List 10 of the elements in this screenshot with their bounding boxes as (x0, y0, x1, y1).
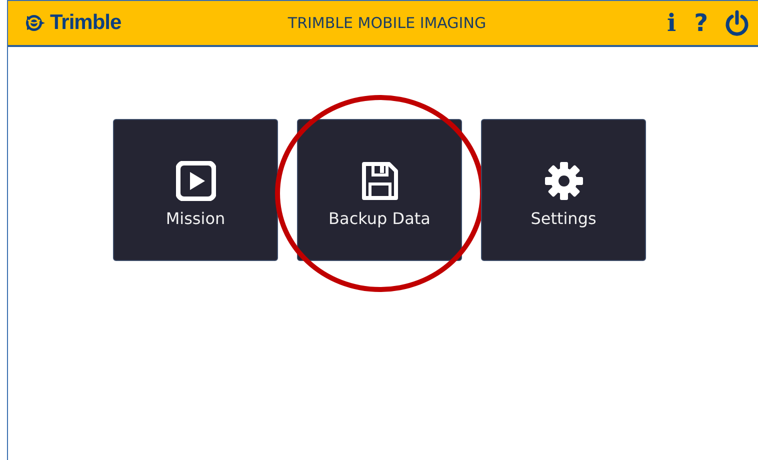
help-button[interactable]: ? (692, 11, 710, 35)
menu-tile[interactable]: Backup Data (297, 119, 462, 261)
play-icon (176, 160, 216, 200)
info-button[interactable]: i (664, 11, 678, 35)
power-icon[interactable] (724, 10, 750, 36)
app-title: TRIMBLE MOBILE IMAGING (288, 14, 486, 32)
menu-tile[interactable]: Settings (481, 119, 646, 261)
menu-tile[interactable]: Mission (113, 119, 278, 261)
logo-text: Trimble (50, 11, 122, 35)
gear-icon (544, 160, 584, 200)
